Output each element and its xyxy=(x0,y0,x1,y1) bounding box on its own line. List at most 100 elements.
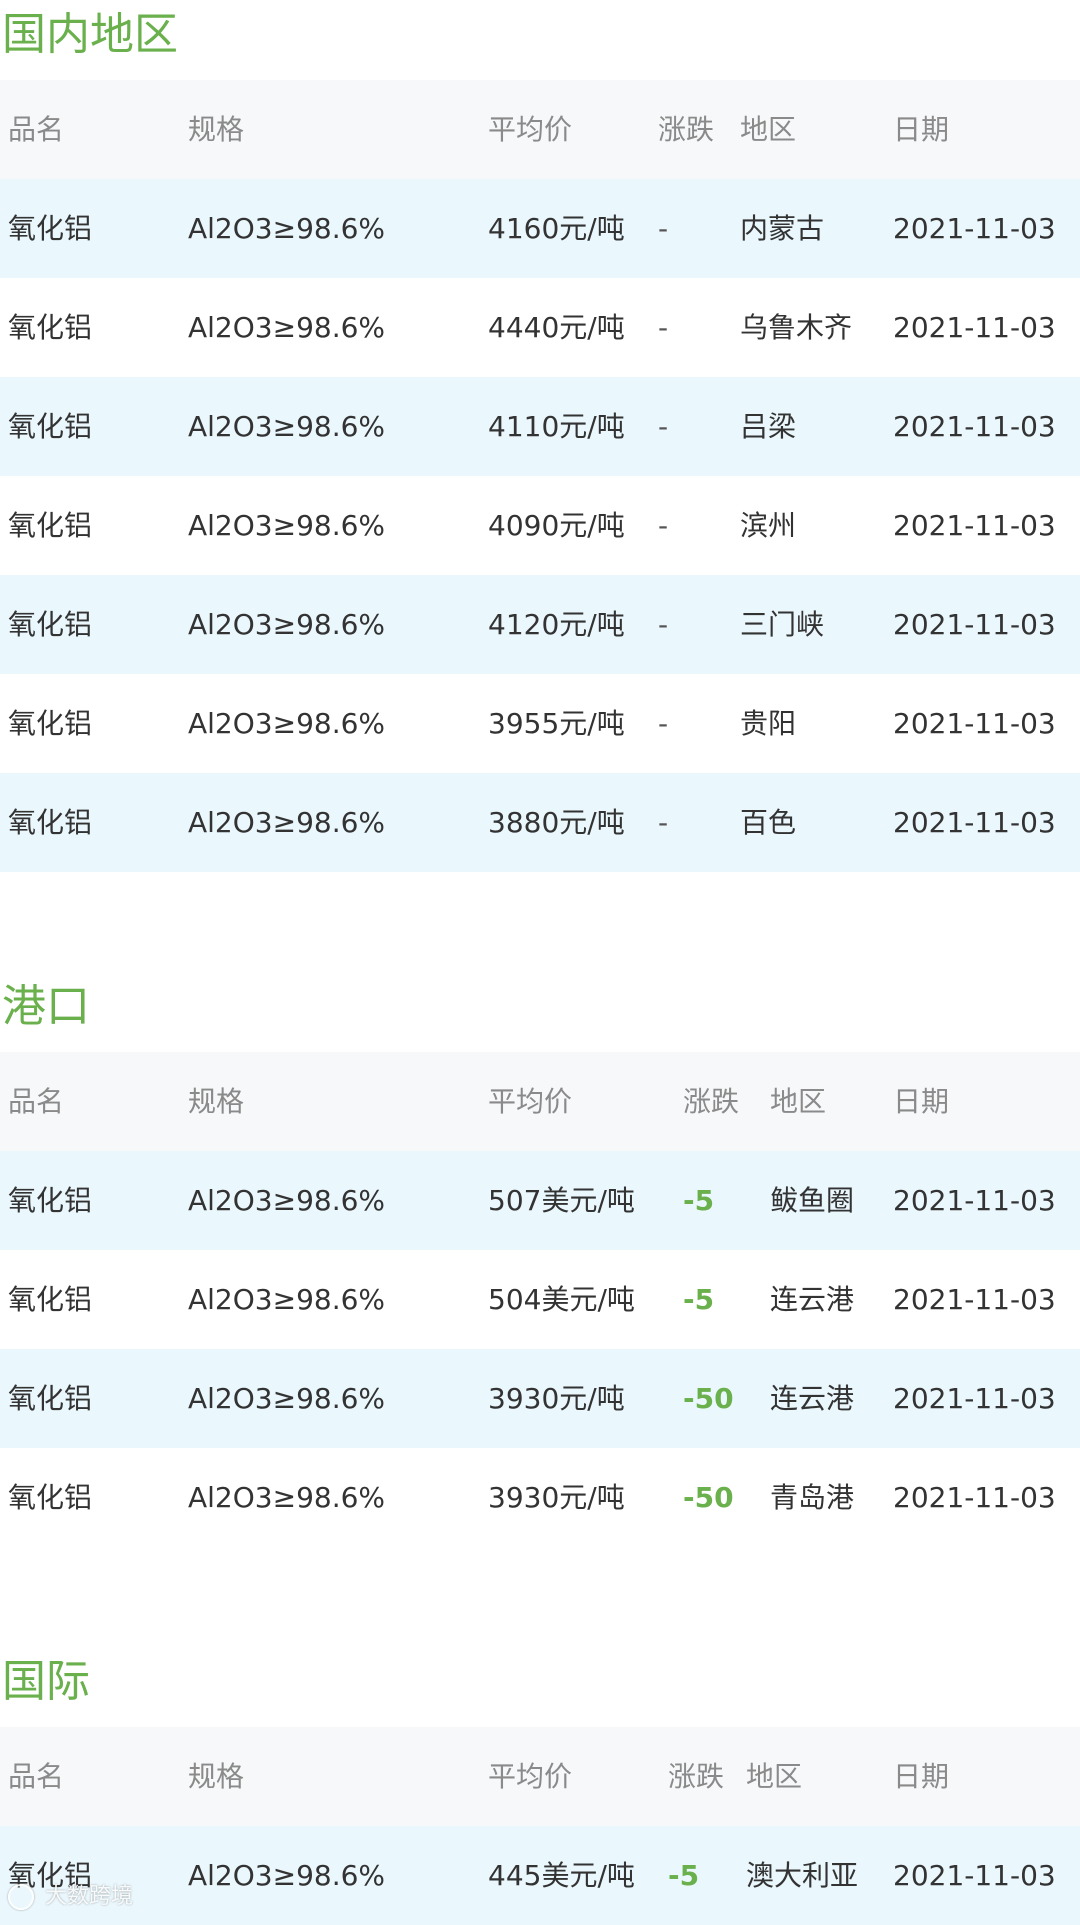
table-row[interactable]: 氧化铝 Al2O3≥98.6% 507美元/吨 -5 鲅鱼圈 2021-11-0… xyxy=(0,1151,1080,1250)
cell-name: 氧化铝 xyxy=(8,608,93,641)
cell-region: 连云港 xyxy=(770,1382,855,1415)
cell-price: 3930元/吨 xyxy=(488,1481,625,1514)
header-name: 品名 xyxy=(8,1760,65,1793)
cell-spec: Al2O3≥98.6% xyxy=(188,212,386,245)
cell-spec: Al2O3≥98.6% xyxy=(188,509,386,542)
header-date: 日期 xyxy=(893,1085,950,1118)
cell-region: 连云港 xyxy=(770,1283,855,1316)
table-row[interactable]: 氧化铝 Al2O3≥98.6% 3930元/吨 -50 连云港 2021-11-… xyxy=(0,1349,1080,1448)
table-row[interactable]: 氧化铝 Al2O3≥98.6% 4120元/吨 - 三门峡 2021-11-03 xyxy=(0,575,1080,674)
cell-spec: Al2O3≥98.6% xyxy=(188,707,386,740)
cell-date: 2021-11-03 xyxy=(893,806,1056,839)
cell-price: 4440元/吨 xyxy=(488,311,625,344)
table-row[interactable]: 氧化铝 Al2O3≥98.6% 4090元/吨 - 滨州 2021-11-03 xyxy=(0,476,1080,575)
watermark-text: 大数跨境 xyxy=(45,1884,134,1909)
table-row[interactable]: 氧化铝 Al2O3≥98.6% 3880元/吨 - 百色 2021-11-03 xyxy=(0,773,1080,872)
cell-date: 2021-11-03 xyxy=(893,608,1056,641)
cell-region: 贵阳 xyxy=(740,707,797,740)
cell-spec: Al2O3≥98.6% xyxy=(188,1283,386,1316)
section-domestic: 国内地区 品名 规格 平均价 涨跌 地区 日期 氧化铝 Al2O3≥98.6% … xyxy=(0,0,1080,872)
cell-spec: Al2O3≥98.6% xyxy=(188,1481,386,1514)
cell-price: 507美元/吨 xyxy=(488,1184,635,1217)
table-row[interactable]: 氧化铝 Al2O3≥98.6% 4110元/吨 - 吕梁 2021-11-03 xyxy=(0,377,1080,476)
cell-region: 吕梁 xyxy=(740,410,797,443)
cell-change: -5 xyxy=(683,1184,715,1217)
cell-name: 氧化铝 xyxy=(8,212,93,245)
header-change: 涨跌 xyxy=(658,113,715,146)
cell-price: 3880元/吨 xyxy=(488,806,625,839)
cell-price: 4160元/吨 xyxy=(488,212,625,245)
brand-logo-icon xyxy=(8,1884,34,1910)
header-price: 平均价 xyxy=(488,1085,573,1118)
cell-date: 2021-11-03 xyxy=(893,212,1056,245)
cell-region: 鲅鱼圈 xyxy=(770,1184,855,1217)
cell-change: - xyxy=(658,509,669,542)
cell-change: - xyxy=(658,608,669,641)
watermark: 大数跨境 xyxy=(8,1880,133,1914)
header-change: 涨跌 xyxy=(683,1085,740,1118)
section-title-international: 国际 xyxy=(2,1656,90,1707)
table-row[interactable]: 氧化铝 Al2O3≥98.6% 4440元/吨 - 乌鲁木齐 2021-11-0… xyxy=(0,278,1080,377)
cell-name: 氧化铝 xyxy=(8,707,93,740)
cell-name: 氧化铝 xyxy=(8,806,93,839)
cell-name: 氧化铝 xyxy=(8,1481,93,1514)
cell-date: 2021-11-03 xyxy=(893,410,1056,443)
cell-price: 4090元/吨 xyxy=(488,509,625,542)
cell-spec: Al2O3≥98.6% xyxy=(188,1859,386,1892)
cell-change: - xyxy=(658,410,669,443)
table-row[interactable]: 氧化铝 Al2O3≥98.6% 4160元/吨 - 内蒙古 2021-11-03 xyxy=(0,179,1080,278)
cell-name: 氧化铝 xyxy=(8,311,93,344)
header-price: 平均价 xyxy=(488,1760,573,1793)
cell-price: 445美元/吨 xyxy=(488,1859,635,1892)
cell-price: 3955元/吨 xyxy=(488,707,625,740)
cell-region: 百色 xyxy=(740,806,797,839)
table-row[interactable]: 氧化铝 Al2O3≥98.6% 3955元/吨 - 贵阳 2021-11-03 xyxy=(0,674,1080,773)
cell-date: 2021-11-03 xyxy=(893,509,1056,542)
cell-region: 三门峡 xyxy=(740,608,825,641)
cell-date: 2021-11-03 xyxy=(893,1382,1056,1415)
section-title-port: 港口 xyxy=(2,981,90,1032)
cell-spec: Al2O3≥98.6% xyxy=(188,1184,386,1217)
cell-spec: Al2O3≥98.6% xyxy=(188,806,386,839)
table-header-row: 品名 规格 平均价 涨跌 地区 日期 xyxy=(0,1727,1080,1826)
cell-date: 2021-11-03 xyxy=(893,1184,1056,1217)
cell-change: - xyxy=(658,707,669,740)
header-price: 平均价 xyxy=(488,113,573,146)
cell-change: -50 xyxy=(683,1382,734,1415)
header-date: 日期 xyxy=(893,1760,950,1793)
cell-region: 内蒙古 xyxy=(740,212,825,245)
header-region: 地区 xyxy=(740,113,797,146)
cell-name: 氧化铝 xyxy=(8,1184,93,1217)
cell-price: 3930元/吨 xyxy=(488,1382,625,1415)
header-spec: 规格 xyxy=(188,113,245,146)
cell-date: 2021-11-03 xyxy=(893,1283,1056,1316)
cell-name: 氧化铝 xyxy=(8,509,93,542)
table-row[interactable]: 氧化铝 Al2O3≥98.6% 504美元/吨 -5 连云港 2021-11-0… xyxy=(0,1250,1080,1349)
cell-change: - xyxy=(658,806,669,839)
header-spec: 规格 xyxy=(188,1760,245,1793)
header-date: 日期 xyxy=(893,113,950,146)
cell-region: 青岛港 xyxy=(770,1481,855,1514)
cell-price: 4110元/吨 xyxy=(488,410,625,443)
cell-name: 氧化铝 xyxy=(8,410,93,443)
header-region: 地区 xyxy=(770,1085,827,1118)
table-row[interactable]: 氧化铝 Al2O3≥98.6% 445美元/吨 -5 澳大利亚 2021-11-… xyxy=(0,1826,1080,1925)
table-header-row: 品名 规格 平均价 涨跌 地区 日期 xyxy=(0,1052,1080,1151)
cell-price: 504美元/吨 xyxy=(488,1283,635,1316)
cell-change: - xyxy=(658,311,669,344)
section-port: 港口 品名 规格 平均价 涨跌 地区 日期 氧化铝 Al2O3≥98.6% 50… xyxy=(0,972,1080,1547)
cell-change: - xyxy=(658,212,669,245)
table-header-row: 品名 规格 平均价 涨跌 地区 日期 xyxy=(0,80,1080,179)
cell-spec: Al2O3≥98.6% xyxy=(188,1382,386,1415)
cell-region: 滨州 xyxy=(740,509,797,542)
header-name: 品名 xyxy=(8,113,65,146)
cell-spec: Al2O3≥98.6% xyxy=(188,410,386,443)
cell-region: 澳大利亚 xyxy=(746,1859,859,1892)
table-row[interactable]: 氧化铝 Al2O3≥98.6% 3930元/吨 -50 青岛港 2021-11-… xyxy=(0,1448,1080,1547)
header-change: 涨跌 xyxy=(668,1760,725,1793)
cell-change: -5 xyxy=(683,1283,715,1316)
cell-spec: Al2O3≥98.6% xyxy=(188,608,386,641)
cell-region: 乌鲁木齐 xyxy=(740,311,853,344)
cell-spec: Al2O3≥98.6% xyxy=(188,311,386,344)
cell-date: 2021-11-03 xyxy=(893,1481,1056,1514)
